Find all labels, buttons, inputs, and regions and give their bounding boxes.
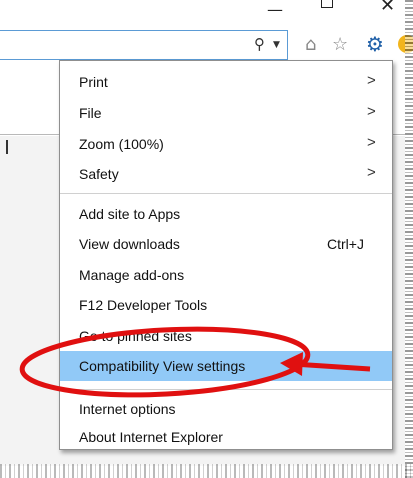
menu-item-add-site-to-apps[interactable]: Add site to Apps [60, 199, 392, 229]
menu-item-label: Go to pinned sites [79, 328, 192, 344]
menu-item-label: Print [79, 74, 108, 90]
star-icon[interactable]: ☆ [332, 34, 348, 55]
menu-item-about-internet-explorer[interactable]: About Internet Explorer [60, 422, 392, 452]
menu-item-zoom[interactable]: Zoom (100%) > [60, 129, 392, 159]
menu-item-label: Zoom (100%) [79, 136, 164, 152]
menu-item-print[interactable]: Print > [60, 67, 392, 97]
minimize-button[interactable]: — [267, 0, 283, 19]
menu-item-view-downloads[interactable]: View downloads Ctrl+J [60, 229, 392, 259]
submenu-arrow-icon: > [367, 72, 376, 89]
close-button[interactable]: ✕ [380, 0, 395, 16]
submenu-arrow-icon: > [367, 103, 376, 120]
submenu-arrow-icon: > [367, 134, 376, 151]
chevron-down-icon[interactable]: ▼ [273, 40, 280, 50]
menu-item-label: View downloads [79, 236, 180, 252]
torn-edge-right [405, 0, 413, 478]
menu-item-label: Internet options [79, 401, 176, 417]
menu-item-go-to-pinned-sites[interactable]: Go to pinned sites [60, 321, 392, 351]
menu-item-internet-options[interactable]: Internet options [60, 394, 392, 424]
menu-item-compatibility-view-settings[interactable]: Compatibility View settings [60, 351, 392, 381]
maximize-button[interactable] [321, 0, 333, 8]
menu-item-label: F12 Developer Tools [79, 297, 208, 313]
home-icon[interactable]: ⌂ [305, 34, 316, 55]
tab-fragment [0, 140, 8, 154]
title-bar: — ✕ [0, 0, 405, 30]
menu-item-label: Safety [79, 166, 119, 182]
address-bar[interactable]: ⚲ ▼ [0, 30, 288, 60]
menu-item-shortcut: Ctrl+J [327, 236, 364, 252]
menu-item-f12-developer-tools[interactable]: F12 Developer Tools [60, 290, 392, 320]
submenu-arrow-icon: > [367, 164, 376, 181]
menu-item-label: Manage add-ons [79, 267, 185, 283]
menu-item-label: Add site to Apps [79, 206, 181, 222]
menu-item-label: Compatibility View settings [79, 358, 246, 374]
menu-item-label: File [79, 105, 102, 121]
menu-item-file[interactable]: File > [60, 98, 392, 128]
menu-divider [60, 389, 392, 390]
menu-item-manage-add-ons[interactable]: Manage add-ons [60, 260, 392, 290]
tools-menu: Print > File > Zoom (100%) > Safety > Ad… [59, 60, 393, 450]
menu-divider [60, 193, 392, 194]
menu-item-safety[interactable]: Safety > [60, 159, 392, 189]
gear-icon[interactable]: ⚙ [366, 32, 384, 56]
menu-item-label: About Internet Explorer [79, 429, 223, 445]
torn-edge-bottom [0, 464, 413, 478]
search-icon[interactable]: ⚲ [254, 35, 265, 53]
